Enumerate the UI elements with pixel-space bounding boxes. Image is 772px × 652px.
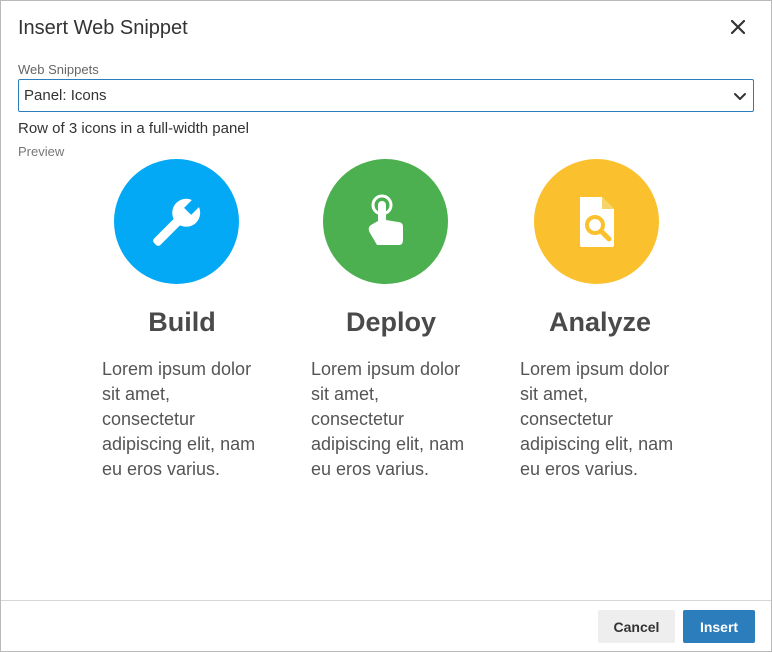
- chevron-down-icon: [734, 93, 746, 100]
- build-text: Lorem ipsum dolor sit amet, consectetur …: [102, 359, 256, 479]
- close-icon: [731, 20, 745, 34]
- deploy-circle: [323, 159, 448, 284]
- analyze-text: Lorem ipsum dolor sit amet, consectetur …: [520, 359, 674, 479]
- analyze-heading: Analyze: [548, 307, 652, 337]
- build-heading: Build: [148, 307, 216, 337]
- preview-label: Preview: [18, 144, 65, 159]
- insert-web-snippet-dialog: Insert Web Snippet Web Snippets Panel: I…: [0, 0, 772, 652]
- cancel-button[interactable]: Cancel: [598, 610, 675, 643]
- wrench-icon: [152, 196, 202, 246]
- analyze-circle: [534, 159, 659, 284]
- deploy-text: Lorem ipsum dolor sit amet, consectetur …: [311, 359, 465, 479]
- deploy-heading: Deploy: [345, 307, 437, 337]
- build-circle: [114, 159, 239, 284]
- file-search-icon: [579, 196, 614, 247]
- snippet-description: Row of 3 icons in a full-width panel: [18, 120, 249, 137]
- dialog-footer: Cancel Insert: [1, 600, 771, 652]
- selected-snippet: Panel: Icons: [24, 87, 107, 104]
- touch-icon: [368, 194, 403, 245]
- web-snippets-select[interactable]: Panel: Icons: [18, 79, 754, 112]
- dialog-title: Insert Web Snippet: [18, 17, 188, 39]
- web-snippets-label: Web Snippets: [18, 62, 99, 77]
- insert-button[interactable]: Insert: [683, 610, 755, 643]
- close-button[interactable]: [725, 14, 751, 40]
